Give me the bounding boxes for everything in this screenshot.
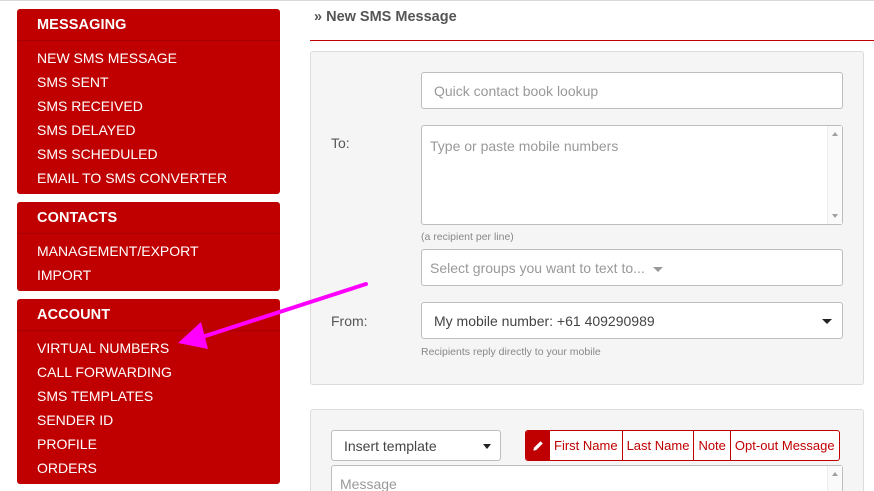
- menu-item-email-to-sms-converter[interactable]: EMAIL TO SMS CONVERTER: [17, 166, 280, 190]
- insert-template-select[interactable]: Insert template: [331, 430, 501, 461]
- menu-item-management-export[interactable]: MANAGEMENT/EXPORT: [17, 239, 280, 263]
- recipient-per-line-hint: (a recipient per line): [421, 231, 514, 243]
- top-border: [0, 0, 874, 1]
- scroll-up-icon[interactable]: [832, 472, 838, 476]
- message-panel: Insert template First Name Last Name Not…: [310, 409, 864, 491]
- page-title: » New SMS Message: [314, 9, 457, 25]
- chevron-down-icon: [483, 444, 491, 449]
- merge-first-name-button[interactable]: First Name: [549, 431, 622, 460]
- to-label: To:: [331, 135, 350, 151]
- contact-lookup-input[interactable]: Quick contact book lookup: [421, 72, 843, 109]
- mobile-numbers-placeholder: Type or paste mobile numbers: [430, 138, 619, 154]
- menu-item-profile[interactable]: PROFILE: [17, 432, 280, 456]
- from-value: My mobile number: +61 409290989: [434, 313, 655, 329]
- chevron-down-icon: [652, 266, 663, 272]
- reply-hint: Recipients reply directly to your mobile: [421, 346, 601, 358]
- message-placeholder: Message: [340, 476, 397, 491]
- messaging-header: MESSAGING: [17, 9, 280, 41]
- menu-item-sender-id[interactable]: SENDER ID: [17, 408, 280, 432]
- menu-item-call-forwarding[interactable]: CALL FORWARDING: [17, 360, 280, 384]
- contacts-header: CONTACTS: [17, 202, 280, 234]
- groups-placeholder: Select groups you want to text to...: [430, 260, 645, 276]
- chevron-down-icon: [822, 319, 832, 324]
- scroll-up-icon[interactable]: [832, 132, 838, 136]
- menu-item-sms-received[interactable]: SMS RECEIVED: [17, 94, 280, 118]
- account-header: ACCOUNT: [17, 299, 280, 331]
- menu-item-sms-templates[interactable]: SMS TEMPLATES: [17, 384, 280, 408]
- menu-item-orders[interactable]: ORDERS: [17, 456, 280, 480]
- mobile-numbers-textarea[interactable]: Type or paste mobile numbers: [421, 125, 843, 225]
- from-label: From:: [331, 313, 368, 329]
- recipients-panel: Quick contact book lookup To: Type or pa…: [310, 51, 864, 385]
- account-menu: ACCOUNT VIRTUAL NUMBERS CALL FORWARDING …: [17, 299, 280, 484]
- template-select-label: Insert template: [344, 438, 437, 454]
- pencil-icon: [526, 431, 549, 460]
- menu-item-virtual-numbers[interactable]: VIRTUAL NUMBERS: [17, 336, 280, 360]
- menu-item-new-sms-message[interactable]: NEW SMS MESSAGE: [17, 46, 280, 70]
- message-textarea[interactable]: Message: [331, 465, 843, 491]
- merge-note-button[interactable]: Note: [693, 431, 729, 460]
- textarea-scrollbar[interactable]: [827, 126, 842, 224]
- merge-opt-out-button[interactable]: Opt-out Message: [729, 431, 839, 460]
- menu-item-sms-sent[interactable]: SMS SENT: [17, 70, 280, 94]
- menu-item-sms-scheduled[interactable]: SMS SCHEDULED: [17, 142, 280, 166]
- menu-item-sms-delayed[interactable]: SMS DELAYED: [17, 118, 280, 142]
- scroll-down-icon[interactable]: [832, 214, 838, 218]
- from-select[interactable]: My mobile number: +61 409290989: [421, 302, 843, 339]
- contacts-menu: CONTACTS MANAGEMENT/EXPORT IMPORT: [17, 202, 280, 291]
- merge-field-bar: First Name Last Name Note Opt-out Messag…: [525, 430, 840, 461]
- messaging-menu: MESSAGING NEW SMS MESSAGE SMS SENT SMS R…: [17, 9, 280, 194]
- merge-last-name-button[interactable]: Last Name: [621, 431, 694, 460]
- title-divider: [310, 40, 874, 41]
- message-scrollbar[interactable]: [827, 466, 842, 491]
- groups-select[interactable]: Select groups you want to text to...: [421, 249, 843, 286]
- menu-item-import[interactable]: IMPORT: [17, 263, 280, 287]
